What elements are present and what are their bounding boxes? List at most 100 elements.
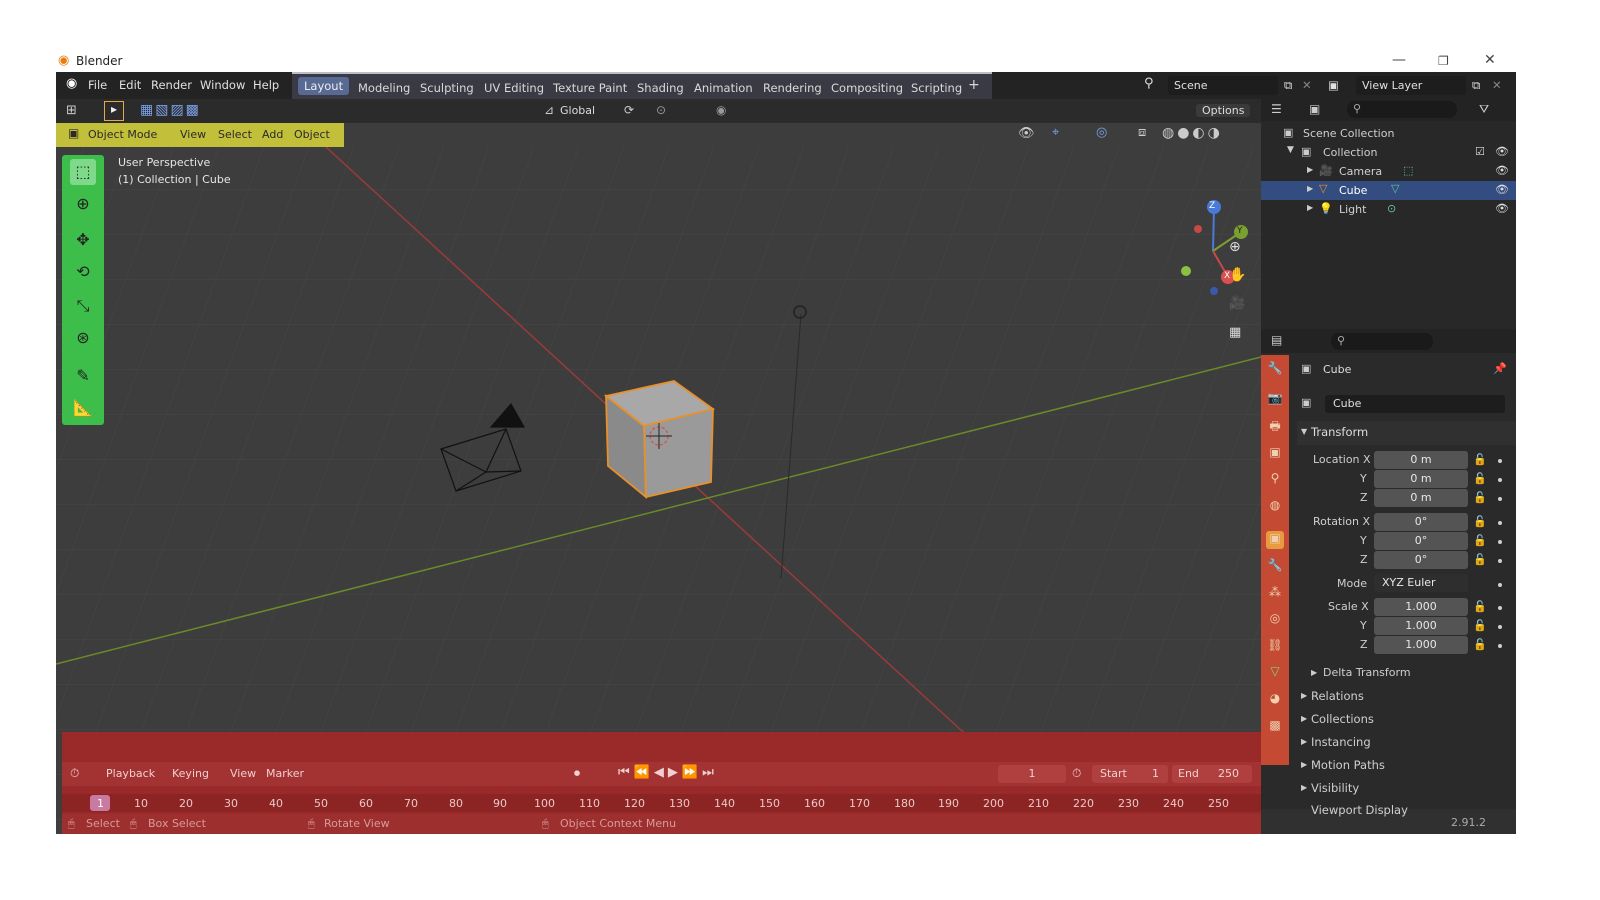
gizmo-toggle-icon[interactable]: ⌖ bbox=[1052, 125, 1059, 140]
new-view-layer-icon[interactable]: ⧉ bbox=[1472, 78, 1480, 93]
menu-keying[interactable]: Keying bbox=[172, 767, 209, 780]
keyframe-dot[interactable] bbox=[1498, 497, 1502, 501]
lock-icon[interactable]: 🔓 bbox=[1473, 553, 1487, 566]
menu-select[interactable]: Select bbox=[218, 128, 252, 141]
keyframe-dot[interactable] bbox=[1498, 478, 1502, 482]
expand-arrow-icon[interactable]: ▶ bbox=[1307, 184, 1313, 193]
delta-transform-subpanel[interactable]: Delta Transform bbox=[1323, 666, 1411, 679]
section-instancing[interactable]: Instancing bbox=[1311, 735, 1371, 749]
lock-icon[interactable]: 🔓 bbox=[1473, 600, 1487, 613]
tab-rendering[interactable]: Rendering bbox=[763, 81, 822, 95]
tab-animation[interactable]: Animation bbox=[694, 81, 753, 95]
object-type-icon[interactable]: ▣ bbox=[1301, 396, 1311, 409]
scene-icon[interactable]: ⚲ bbox=[1144, 76, 1154, 91]
tab-modeling[interactable]: Modeling bbox=[358, 81, 410, 95]
keyframe-dot[interactable] bbox=[1498, 583, 1502, 587]
tab-shading[interactable]: Shading bbox=[637, 81, 684, 95]
section-relations[interactable]: Relations bbox=[1311, 689, 1364, 703]
menu-window[interactable]: Window bbox=[200, 78, 245, 92]
menu-view[interactable]: View bbox=[180, 128, 206, 141]
lock-icon[interactable]: 🔓 bbox=[1473, 472, 1487, 485]
timeline-editor-icon[interactable]: ⏱ bbox=[70, 766, 79, 781]
record-icon[interactable]: ⏺ bbox=[574, 766, 580, 781]
tab-compositing[interactable]: Compositing bbox=[831, 81, 903, 95]
playback-controls-icons[interactable]: ⏮⏪◀▶⏩⏭ bbox=[618, 765, 718, 780]
outliner-editor-icon[interactable]: ☰ bbox=[1271, 102, 1282, 116]
keyframe-dot[interactable] bbox=[1498, 459, 1502, 463]
lock-icon[interactable]: 🔓 bbox=[1473, 534, 1487, 547]
menu-render[interactable]: Render bbox=[151, 78, 192, 92]
object-mode-dropdown[interactable]: Object Mode bbox=[88, 128, 157, 141]
camera-view-icon[interactable]: 🎥 bbox=[1229, 296, 1245, 311]
rotation-mode-dropdown[interactable]: XYZ Euler bbox=[1374, 574, 1468, 592]
minimize-button[interactable]: — bbox=[1392, 52, 1406, 68]
use-preview-range-icon[interactable]: ⏱ bbox=[1072, 766, 1081, 781]
view-layer-tab-icon[interactable]: ▣ bbox=[1266, 445, 1284, 463]
overlay-toggle-icon[interactable]: ◎ bbox=[1096, 125, 1107, 140]
section-collections[interactable]: Collections bbox=[1311, 712, 1374, 726]
tab-sculpting[interactable]: Sculpting bbox=[420, 81, 474, 95]
gizmo-y-label[interactable]: Y bbox=[1237, 226, 1243, 236]
outliner-item-light[interactable]: ▶ 💡 Light ⊙ 👁 bbox=[1261, 200, 1516, 219]
scene-tab-icon[interactable]: ⚲ bbox=[1266, 471, 1284, 489]
pivot-point-icon[interactable]: ⟳ bbox=[624, 103, 634, 117]
properties-editor-icon[interactable]: ▤ bbox=[1271, 333, 1282, 347]
filter-icon[interactable]: ⛛ bbox=[1479, 102, 1489, 117]
selection-mode-icons[interactable]: ▦▧▨▩ bbox=[140, 102, 201, 118]
select-tool-icon[interactable]: ▸ bbox=[104, 101, 124, 121]
scale-y-field[interactable]: 1.000 bbox=[1374, 617, 1468, 635]
snap-icon[interactable]: ⊙ bbox=[656, 103, 666, 117]
menu-file[interactable]: File bbox=[88, 78, 107, 92]
scale-x-field[interactable]: 1.000 bbox=[1374, 598, 1468, 616]
menu-add[interactable]: Add bbox=[262, 128, 283, 141]
outliner-search-input[interactable] bbox=[1347, 101, 1457, 118]
pan-hand-icon[interactable]: ✋ bbox=[1229, 267, 1246, 283]
menu-help[interactable]: Help bbox=[253, 78, 279, 92]
lock-icon[interactable]: 🔓 bbox=[1473, 619, 1487, 632]
visibility-icon[interactable]: 👁 bbox=[1018, 126, 1035, 141]
keyframe-dot[interactable] bbox=[1498, 540, 1502, 544]
menu-marker[interactable]: Marker bbox=[266, 767, 304, 780]
collection-eye-icon[interactable]: 👁 bbox=[1495, 145, 1509, 158]
current-frame-field[interactable]: 1 bbox=[998, 765, 1066, 783]
physics-tab-icon[interactable]: ◎ bbox=[1266, 611, 1284, 629]
scale-tool-icon[interactable]: ⤡ bbox=[70, 293, 96, 319]
proportional-edit-icon[interactable]: ◉ bbox=[716, 103, 726, 117]
keyframe-dot[interactable] bbox=[1498, 606, 1502, 610]
rotation-x-field[interactable]: 0° bbox=[1374, 513, 1468, 531]
constraints-tab-icon[interactable]: ⛓ bbox=[1266, 638, 1284, 656]
end-frame-field[interactable]: End 250 bbox=[1172, 765, 1252, 783]
tab-scripting[interactable]: Scripting bbox=[911, 81, 962, 95]
transform-orientation-icon[interactable]: ⊿ bbox=[544, 103, 554, 117]
menu-timeline-view[interactable]: View bbox=[230, 767, 256, 780]
menu-object[interactable]: Object bbox=[294, 128, 330, 141]
mesh-data-tab-icon[interactable]: ▽ bbox=[1266, 664, 1284, 682]
scene-field[interactable]: Scene bbox=[1168, 76, 1278, 95]
ortho-toggle-icon[interactable]: ▦ bbox=[1229, 325, 1241, 340]
view-layer-icon[interactable]: ▣ bbox=[1328, 78, 1339, 92]
select-box-tool-icon[interactable]: ⬚ bbox=[70, 159, 96, 185]
remove-view-layer-icon[interactable]: ✕ bbox=[1492, 78, 1502, 92]
cursor-tool-icon[interactable]: ⊕ bbox=[70, 191, 96, 217]
expand-chevron-icon[interactable]: ▼ bbox=[1287, 145, 1294, 155]
material-tab-icon[interactable]: ◕ bbox=[1266, 691, 1284, 709]
world-tab-icon[interactable]: ◍ bbox=[1266, 498, 1284, 516]
rotation-z-field[interactable]: 0° bbox=[1374, 551, 1468, 569]
keyframe-dot[interactable] bbox=[1498, 625, 1502, 629]
options-dropdown[interactable]: Options bbox=[1196, 104, 1251, 117]
timeline-ruler[interactable]: 1 10 20 30 40 50 60 70 80 90 100 110 120… bbox=[62, 794, 1261, 812]
lock-icon[interactable]: 🔓 bbox=[1473, 515, 1487, 528]
keyframe-dot[interactable] bbox=[1498, 521, 1502, 525]
collection-checkbox-icon[interactable]: ☑ bbox=[1475, 145, 1485, 158]
output-tab-icon[interactable]: 🖶 bbox=[1266, 417, 1284, 435]
shading-mode-icons[interactable]: ◍●◐◑ bbox=[1162, 125, 1223, 141]
keyframe-dot[interactable] bbox=[1498, 559, 1502, 563]
location-z-field[interactable]: 0 m bbox=[1374, 489, 1468, 507]
cube-eye-icon[interactable]: 👁 bbox=[1495, 183, 1509, 196]
scale-z-field[interactable]: 1.000 bbox=[1374, 636, 1468, 654]
outliner-item-camera[interactable]: ▶ 🎥 Camera ⬚ 👁 bbox=[1261, 162, 1516, 181]
lock-icon[interactable]: 🔓 bbox=[1473, 638, 1487, 651]
pin-icon[interactable]: 📌 bbox=[1493, 362, 1507, 375]
keyframe-dot[interactable] bbox=[1498, 644, 1502, 648]
section-viewport-display[interactable]: Viewport Display bbox=[1311, 803, 1408, 817]
